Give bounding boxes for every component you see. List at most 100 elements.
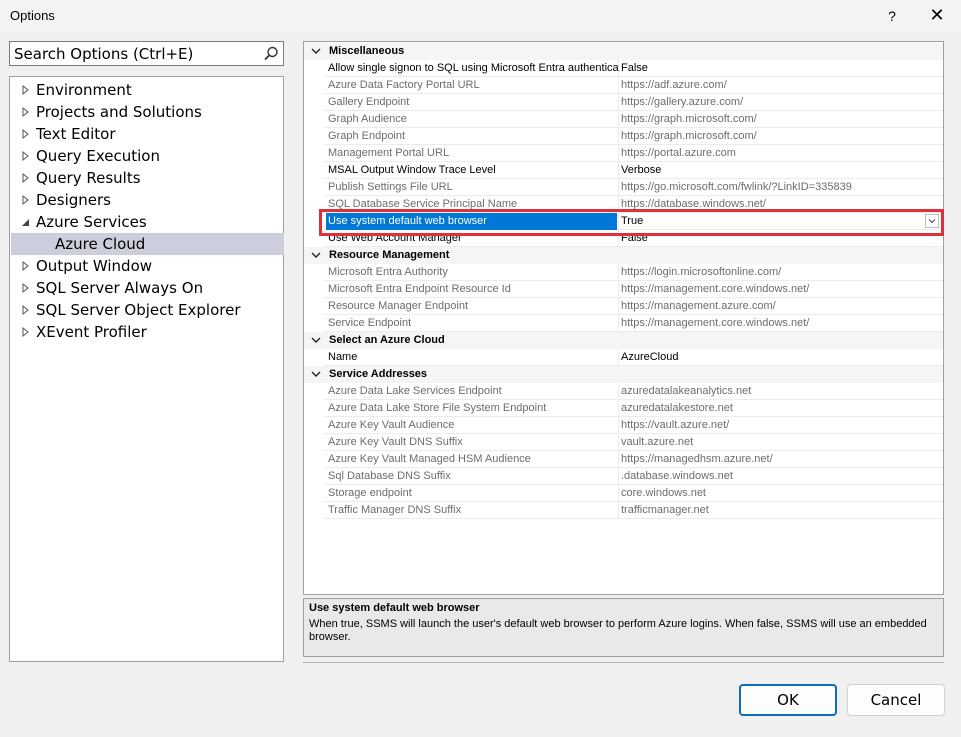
collapsed-arrow-icon[interactable] <box>21 255 31 277</box>
property-grid[interactable]: Miscellaneous Allow single signon to SQL … <box>303 41 944 595</box>
close-button[interactable]: ✕ <box>923 4 951 28</box>
tree-item[interactable]: SQL Server Always On <box>11 277 284 299</box>
category-name: Miscellaneous <box>329 45 405 57</box>
chevron-down-icon[interactable] <box>310 249 322 261</box>
search-options-box[interactable] <box>9 41 284 66</box>
property-name: Allow single signon to SQL using Microso… <box>328 62 619 74</box>
property-row[interactable]: Storage endpoint core.windows.net <box>304 485 943 502</box>
tree-item[interactable]: Text Editor <box>11 123 284 145</box>
window-title: Options <box>10 8 55 23</box>
property-value[interactable]: Verbose <box>621 162 661 179</box>
property-name: Publish Settings File URL <box>328 181 453 193</box>
collapsed-arrow-icon[interactable] <box>21 101 31 123</box>
chevron-down-icon[interactable] <box>310 45 322 57</box>
property-row[interactable]: Publish Settings File URL https://go.micr… <box>304 179 943 196</box>
collapsed-arrow-icon[interactable] <box>21 123 31 145</box>
property-row[interactable]: Traffic Manager DNS Suffix trafficmanager… <box>304 502 943 519</box>
property-value: https://management.core.windows.net/ <box>621 283 810 295</box>
tree-item-label: SQL Server Always On <box>36 279 204 297</box>
tree-item[interactable]: SQL Server Object Explorer <box>11 299 284 321</box>
property-name: Microsoft Entra Authority <box>328 266 448 278</box>
property-name: MSAL Output Window Trace Level <box>328 164 496 176</box>
property-row[interactable]: Graph Audience https://graph.microsoft.co… <box>304 111 943 128</box>
tree-item-label: Query Results <box>36 169 141 187</box>
chevron-down-icon[interactable] <box>310 368 322 380</box>
search-input[interactable] <box>14 44 259 63</box>
help-button[interactable]: ? <box>879 4 905 28</box>
tree-item[interactable]: XEvent Profiler <box>11 321 284 343</box>
tree-item-label: Designers <box>36 191 111 209</box>
tree-item[interactable]: Azure Cloud <box>11 233 284 255</box>
tree-item[interactable]: Environment <box>11 79 284 101</box>
property-row[interactable]: Allow single signon to SQL using Microso… <box>304 60 943 77</box>
highlight-box <box>319 209 944 236</box>
tree-item[interactable]: Query Results <box>11 167 284 189</box>
ok-button[interactable]: OK <box>739 684 837 716</box>
tree-item[interactable]: Projects and Solutions <box>11 101 284 123</box>
property-value: https://managedhsm.azure.net/ <box>621 453 773 465</box>
collapsed-arrow-icon[interactable] <box>21 145 31 167</box>
property-name: Graph Audience <box>328 113 407 125</box>
collapsed-arrow-icon[interactable] <box>21 167 31 189</box>
property-value: trafficmanager.net <box>621 504 709 516</box>
category-row[interactable]: Resource Management <box>304 247 943 264</box>
tree-item-label: Projects and Solutions <box>36 103 202 121</box>
property-row[interactable]: Microsoft Entra Endpoint Resource Id http… <box>304 281 943 298</box>
property-name: Gallery Endpoint <box>328 96 410 108</box>
description-title: Use system default web browser <box>309 602 480 614</box>
property-name: Graph Endpoint <box>328 130 406 142</box>
property-value: https://management.core.windows.net/ <box>621 317 810 329</box>
collapsed-arrow-icon[interactable] <box>21 277 31 299</box>
property-row[interactable]: Graph Endpoint https://graph.microsoft.co… <box>304 128 943 145</box>
category-name: Service Addresses <box>329 368 428 380</box>
property-row[interactable]: Azure Key Vault Managed HSM Audience http… <box>304 451 943 468</box>
category-name: Resource Management <box>329 249 450 261</box>
collapsed-arrow-icon[interactable] <box>21 321 31 343</box>
property-row[interactable]: Service Endpoint https://management.core.… <box>304 315 943 332</box>
property-row[interactable]: Azure Key Vault DNS Suffix vault.azure.ne… <box>304 434 943 451</box>
property-value: https://graph.microsoft.com/ <box>621 130 757 142</box>
property-name: Azure Key Vault Managed HSM Audience <box>328 453 531 465</box>
tree-item[interactable]: Query Execution <box>11 145 284 167</box>
property-value: https://management.azure.com/ <box>621 300 776 312</box>
collapsed-arrow-icon[interactable] <box>21 299 31 321</box>
tree-item-label: Text Editor <box>36 125 116 143</box>
expanded-arrow-icon[interactable] <box>21 211 31 233</box>
collapsed-arrow-icon[interactable] <box>21 189 31 211</box>
property-row[interactable]: Microsoft Entra Authority https://login.m… <box>304 264 943 281</box>
property-row[interactable]: Azure Data Factory Portal URL https://adf… <box>304 77 943 94</box>
chevron-down-icon[interactable] <box>310 334 322 346</box>
collapsed-arrow-icon[interactable] <box>21 79 31 101</box>
property-row[interactable]: Name AzureCloud <box>304 349 943 366</box>
category-name: Select an Azure Cloud <box>329 334 445 346</box>
options-tree[interactable]: Environment Projects and Solutions Text Ed… <box>9 76 284 662</box>
cancel-button[interactable]: Cancel <box>847 684 945 716</box>
property-value: core.windows.net <box>621 487 706 499</box>
search-icon[interactable] <box>262 45 280 63</box>
property-value: .database.windows.net <box>621 470 733 482</box>
tree-item[interactable]: Output Window <box>11 255 284 277</box>
property-value: https://gallery.azure.com/ <box>621 96 744 108</box>
property-row[interactable]: Management Portal URL https://portal.azur… <box>304 145 943 162</box>
property-name: Storage endpoint <box>328 487 412 499</box>
property-row[interactable]: Resource Manager Endpoint https://managem… <box>304 298 943 315</box>
property-row[interactable]: MSAL Output Window Trace Level Verbose <box>304 162 943 179</box>
property-row[interactable]: Azure Key Vault Audience https://vault.az… <box>304 417 943 434</box>
category-row[interactable]: Service Addresses <box>304 366 943 383</box>
property-name: Name <box>328 351 358 363</box>
property-value[interactable]: AzureCloud <box>621 349 678 366</box>
category-row[interactable]: Select an Azure Cloud <box>304 332 943 349</box>
category-row[interactable]: Miscellaneous <box>304 43 943 60</box>
tree-item[interactable]: Azure Services <box>11 211 284 233</box>
property-row[interactable]: Gallery Endpoint https://gallery.azure.co… <box>304 94 943 111</box>
property-row[interactable]: Azure Data Lake Store File System Endpoi… <box>304 400 943 417</box>
property-name: Service Endpoint <box>328 317 412 329</box>
property-row[interactable]: Sql Database DNS Suffix .database.windows… <box>304 468 943 485</box>
property-value: https://adf.azure.com/ <box>621 79 727 91</box>
description-text: When true, SSMS will launch the user's d… <box>309 618 927 643</box>
property-row[interactable]: Azure Data Lake Services Endpoint azureda… <box>304 383 943 400</box>
property-value: vault.azure.net <box>621 436 694 448</box>
tree-item[interactable]: Designers <box>11 189 284 211</box>
property-name: Resource Manager Endpoint <box>328 300 469 312</box>
property-value[interactable]: False <box>621 60 648 77</box>
